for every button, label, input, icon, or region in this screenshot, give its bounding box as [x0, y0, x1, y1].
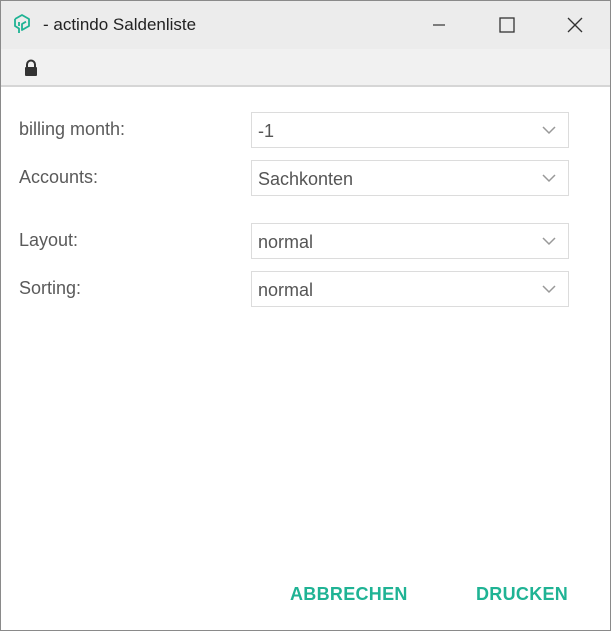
sorting-select[interactable]: normal — [251, 271, 569, 307]
sorting-label: Sorting: — [19, 278, 82, 298]
close-button[interactable] — [541, 1, 609, 49]
chevron-down-icon — [542, 285, 556, 294]
maximize-icon — [499, 17, 515, 33]
dialog-window: - actindo Saldenliste billing month: -1 … — [0, 0, 611, 631]
layout-row: Layout: normal — [19, 223, 571, 259]
close-icon — [567, 17, 583, 33]
title-bar: - actindo Saldenliste — [1, 1, 610, 49]
chevron-down-icon — [542, 126, 556, 135]
chevron-down-icon — [542, 237, 556, 246]
sorting-value: normal — [258, 280, 314, 300]
minimize-icon — [433, 24, 445, 26]
accounts-row: Accounts: Sachkonten — [19, 160, 571, 196]
maximize-button[interactable] — [473, 1, 541, 49]
layout-value: normal — [258, 232, 314, 252]
accounts-select[interactable]: Sachkonten — [251, 160, 569, 196]
lock-icon — [23, 59, 39, 77]
billing-month-value: -1 — [258, 121, 275, 141]
billing-month-select[interactable]: -1 — [251, 112, 569, 148]
chevron-down-icon — [542, 174, 556, 183]
cancel-button[interactable]: ABBRECHEN — [290, 579, 408, 609]
billing-month-label: billing month: — [19, 119, 126, 139]
window-title: - actindo Saldenliste — [43, 15, 197, 34]
layout-select[interactable]: normal — [251, 223, 569, 259]
minimize-button[interactable] — [405, 1, 473, 49]
sorting-row: Sorting: normal — [19, 271, 571, 307]
billing-month-row: billing month: -1 — [19, 112, 571, 148]
accounts-value: Sachkonten — [258, 169, 354, 189]
accounts-label: Accounts: — [19, 167, 99, 187]
print-button[interactable]: DRUCKEN — [476, 579, 568, 609]
layout-label: Layout: — [19, 230, 79, 250]
actindo-logo-icon — [11, 13, 33, 35]
address-bar — [1, 49, 610, 87]
